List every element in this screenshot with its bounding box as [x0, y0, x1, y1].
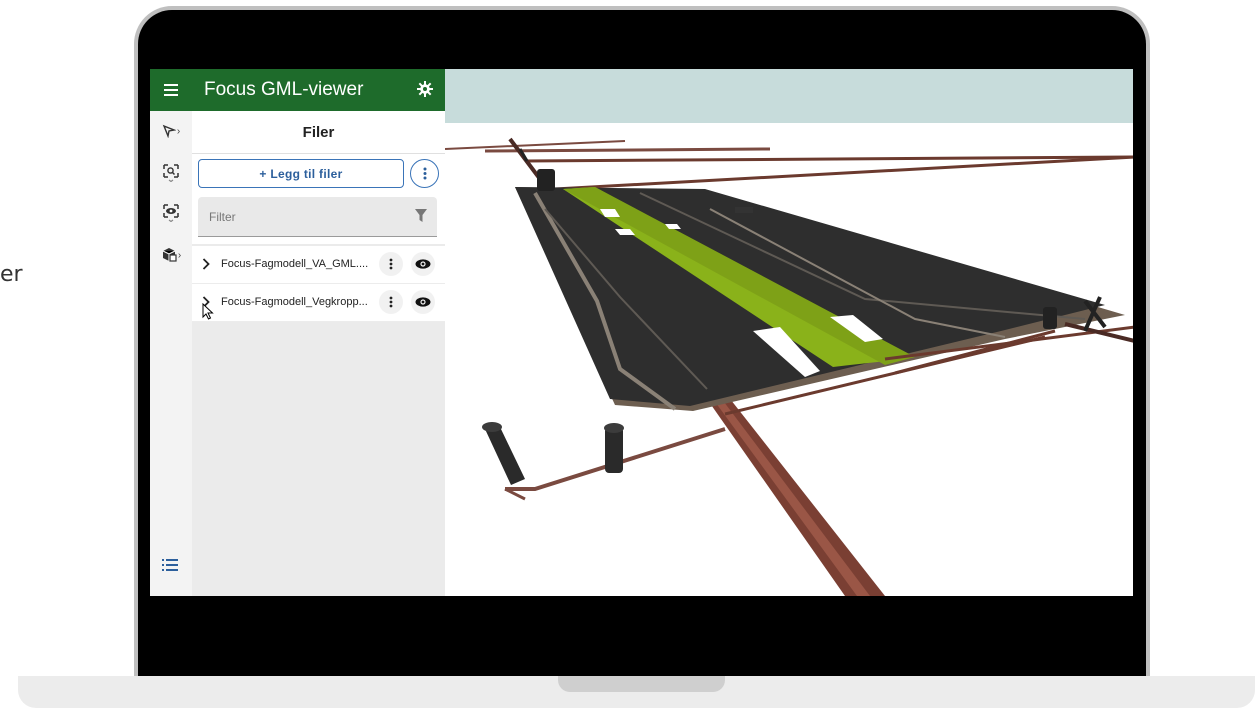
more-vert-icon: [423, 167, 426, 180]
hamburger-menu-icon: [164, 84, 178, 96]
panel-heading: Filer: [192, 111, 445, 154]
mouse-cursor-icon: [202, 303, 214, 320]
cube-objects-icon: [162, 248, 177, 262]
zoom-extent-button[interactable]: [154, 159, 188, 187]
tool-rail: › ›: [150, 69, 193, 596]
file-row[interactable]: Focus-Fagmodell_Vegkropp...: [192, 284, 445, 322]
select-tool-button[interactable]: ›: [154, 117, 188, 145]
laptop-notch: [558, 676, 725, 692]
files-more-button[interactable]: [410, 159, 439, 188]
zoom-extent-icon: [163, 164, 179, 182]
file-row[interactable]: Focus-Fagmodell_VA_GML....: [192, 246, 445, 284]
select-cursor-icon: [162, 124, 176, 138]
add-files-button[interactable]: + Legg til filer: [198, 159, 404, 188]
app-header: Focus GML-viewer: [192, 69, 445, 111]
file-more-button[interactable]: [379, 290, 403, 314]
objects-button[interactable]: ›: [154, 241, 188, 269]
more-vert-icon: [389, 258, 393, 270]
view-eye-icon: [163, 204, 179, 222]
view-button[interactable]: [154, 199, 188, 227]
app-screen: › › Focus GML-viewer Filer + Legg til fi…: [150, 69, 1133, 596]
background-text-fragment: er: [0, 262, 23, 287]
manhole-center: [604, 423, 624, 473]
chevron-right-icon: ›: [177, 249, 182, 261]
eye-icon: [415, 259, 431, 269]
more-vert-icon: [389, 296, 393, 308]
settings-button[interactable]: [417, 81, 433, 102]
file-list: Focus-Fagmodell_VA_GML.... Focus-Fagmode…: [192, 246, 445, 322]
file-name: Focus-Fagmodell_Vegkropp...: [221, 296, 368, 308]
app-title: Focus GML-viewer: [204, 79, 364, 100]
3d-scene: [444, 69, 1133, 596]
gear-icon: [417, 81, 433, 97]
list-view-button[interactable]: [162, 559, 178, 577]
files-panel: Focus GML-viewer Filer + Legg til filer …: [192, 69, 445, 596]
file-more-button[interactable]: [379, 252, 403, 276]
list-icon: [162, 559, 178, 571]
filter-button[interactable]: [415, 209, 427, 227]
menu-button[interactable]: [150, 69, 192, 111]
chevron-right-icon: ›: [176, 125, 181, 137]
file-visibility-button[interactable]: [411, 290, 435, 314]
chevron-right-icon[interactable]: [202, 258, 210, 270]
eye-icon: [415, 297, 431, 307]
filter-input[interactable]: Filter: [198, 197, 437, 237]
3d-viewport[interactable]: [444, 69, 1133, 596]
filter-funnel-icon: [415, 209, 427, 222]
filter-placeholder: Filter: [209, 210, 236, 224]
files-toolbar: + Legg til filer Filter: [192, 154, 445, 244]
file-visibility-button[interactable]: [411, 252, 435, 276]
file-name: Focus-Fagmodell_VA_GML....: [221, 258, 369, 270]
